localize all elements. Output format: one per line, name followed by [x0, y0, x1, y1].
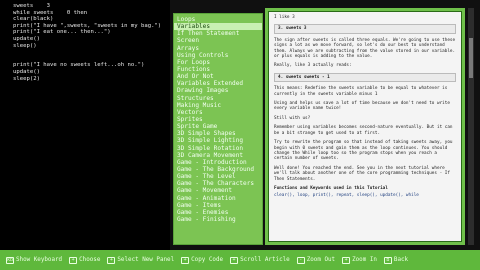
- control-hint-label: Copy Code: [191, 257, 224, 263]
- lesson-item[interactable]: 3D Camera Movement: [174, 152, 262, 159]
- code-line: print("I eat one... then..."): [13, 29, 111, 36]
- article-paragraph: Using and helps us save a lot of time be…: [274, 101, 450, 112]
- control-hint[interactable]: + Zoom In: [342, 256, 377, 264]
- button-icon: -: [296, 256, 305, 264]
- button-icon: +: [181, 256, 190, 264]
- control-hint-label: Select New Panel: [117, 257, 175, 263]
- code-line: update(): [13, 35, 40, 42]
- article-paragraph: Still with us?: [274, 115, 311, 121]
- lesson-item[interactable]: Game - The Level: [174, 173, 262, 180]
- code-line: sleep(): [13, 42, 37, 49]
- control-hint-label: Back: [393, 257, 409, 263]
- lesson-item[interactable]: Game - Introduction: [174, 159, 262, 166]
- lesson-item[interactable]: Variables: [174, 23, 262, 31]
- button-icon: +: [107, 256, 116, 264]
- lesson-item[interactable]: Vectors: [174, 109, 262, 116]
- code-line: clear(black): [13, 16, 54, 23]
- lesson-item[interactable]: For Loops: [174, 59, 262, 66]
- control-hint[interactable]: kb Show Keyboard: [6, 256, 63, 264]
- lesson-item[interactable]: Game - Finishing: [174, 216, 262, 223]
- lesson-item[interactable]: And Or Not: [174, 73, 262, 80]
- lesson-item[interactable]: 3D Simple Lighting: [174, 137, 262, 144]
- scrollbar-thumb[interactable]: [469, 38, 473, 78]
- lesson-item[interactable]: Making Music: [174, 102, 262, 109]
- lesson-item[interactable]: If Then Statement: [174, 30, 262, 37]
- button-icon: +: [230, 256, 239, 264]
- code-snippet-box-2: 4. sweets sweets - 1: [274, 72, 456, 83]
- article-paragraph: This means: Redefine the sweets variable…: [274, 86, 448, 97]
- article-panel[interactable]: I like 3 3. sweets 3 The sign after swee…: [265, 8, 465, 245]
- control-hint-label: Scroll Article: [240, 257, 290, 263]
- lesson-item[interactable]: Game - Enemies: [174, 209, 262, 216]
- app-window: sweets 3 while sweets 0 then clear(black) p…: [0, 0, 480, 270]
- code-snippet-box-1: 3. sweets 3: [274, 24, 456, 34]
- lesson-item[interactable]: Game - The Background: [174, 166, 262, 173]
- article-paragraph: Really, like 3 actually reads:: [274, 63, 352, 69]
- article-paragraph: Well done! You reached the end. See you …: [274, 165, 450, 182]
- lesson-item[interactable]: Game - Items: [174, 202, 262, 209]
- article-paragraph: Remember using variables becomes second-…: [274, 125, 453, 136]
- control-hint[interactable]: + Select New Panel: [107, 256, 175, 264]
- code-line: print("I have no sweets left...oh no."): [13, 62, 145, 69]
- article-top-fragment: I like 3: [274, 15, 295, 20]
- code-line: sweets 3: [13, 3, 51, 9]
- control-hint-label: Show Keyboard: [16, 257, 63, 263]
- article-paragraph: The sign after sweets is called three eq…: [274, 37, 456, 60]
- bottom-control-bar: kb Show Keyboard + Choose + Select New Panel +…: [0, 250, 480, 270]
- code-line: sleep(2): [13, 75, 40, 82]
- control-hint[interactable]: + Copy Code: [181, 256, 224, 264]
- lesson-item[interactable]: Loops: [174, 16, 262, 23]
- lesson-item[interactable]: Game - The Characters: [174, 180, 262, 187]
- code-line: print("I have ",sweets, "sweets in my ba…: [13, 22, 162, 29]
- button-icon: +: [69, 256, 78, 264]
- article-scrollbar[interactable]: [468, 8, 474, 245]
- lesson-item[interactable]: Game - Movement: [174, 187, 262, 194]
- lesson-item[interactable]: Sprite Game: [174, 123, 262, 130]
- code-editor[interactable]: sweets 3 while sweets 0 then clear(black) p…: [0, 0, 170, 250]
- lesson-item[interactable]: 3D Simple Shapes: [174, 130, 262, 137]
- article-content: I like 3 3. sweets 3 The sign after swee…: [268, 11, 462, 242]
- keywords-list: clear(), loop, print(), repeat, sleep(),…: [274, 193, 419, 199]
- control-hint-label: Zoom Out: [306, 257, 336, 263]
- control-hint[interactable]: + Choose: [69, 256, 101, 264]
- lesson-item[interactable]: Drawing Images: [174, 87, 262, 94]
- code-line: while sweets 0 then: [13, 9, 88, 16]
- lesson-item[interactable]: Arrays: [174, 45, 262, 52]
- lesson-list[interactable]: Loops Variables If Then Statement Screen Arr…: [173, 13, 263, 245]
- lesson-item[interactable]: Sprites: [174, 116, 262, 123]
- button-icon: B: [383, 256, 392, 264]
- control-hint[interactable]: + Scroll Article: [230, 256, 290, 264]
- lesson-item[interactable]: Functions: [174, 66, 262, 73]
- lesson-item[interactable]: 3D Simple Rotation: [174, 145, 262, 152]
- button-icon: +: [342, 256, 351, 264]
- article-paragraph: Try to rewrite the program so that inste…: [274, 140, 453, 162]
- code-line: update(): [13, 68, 40, 75]
- button-icon: kb: [6, 256, 14, 264]
- lesson-item[interactable]: Variables Extended: [174, 80, 262, 87]
- lesson-item[interactable]: Game - Animation: [174, 195, 262, 202]
- lesson-item[interactable]: Using Controls: [174, 52, 262, 59]
- control-hint[interactable]: B Back: [383, 256, 409, 264]
- control-hint[interactable]: - Zoom Out: [296, 256, 336, 264]
- control-hint-label: Zoom In: [352, 257, 377, 263]
- lesson-item[interactable]: Screen: [174, 37, 262, 44]
- control-hint-label: Choose: [79, 257, 101, 263]
- lesson-item[interactable]: Structures: [174, 95, 262, 102]
- keywords-heading: Functions and Keywords used in this Tuto…: [274, 185, 388, 191]
